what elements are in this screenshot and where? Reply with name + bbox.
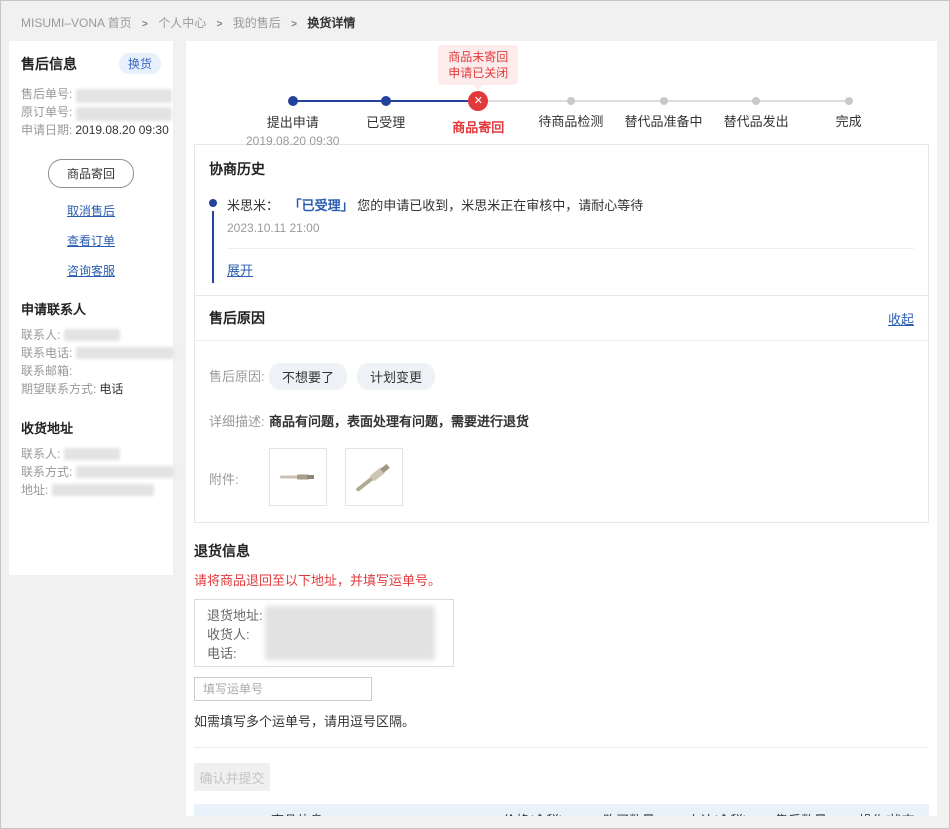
history-entry: 米思米： 「已受理」 您的申请已收到，米思米正在审核中，请耐心等待 2023.1… <box>209 195 914 291</box>
redacted-value <box>52 484 154 496</box>
contact-name-field: 联系人: <box>21 327 161 344</box>
redacted-value <box>64 448 120 460</box>
return-info-title: 退货信息 <box>194 541 929 561</box>
attachment-thumbnail-2[interactable] <box>345 448 403 506</box>
contact-email-field: 联系邮箱: <box>21 363 161 380</box>
contact-support-link[interactable]: 咨询客服 <box>67 264 115 278</box>
reason-tag: 计划变更 <box>357 363 435 390</box>
history-message: 您的申请已收到，米思米正在审核中，请耐心等待 <box>357 198 643 213</box>
return-address-box: 退货地址: 收货人: 电话: <box>194 599 454 667</box>
step-complete: 完成 <box>802 91 895 148</box>
step-done-dot-icon <box>381 96 391 106</box>
tooltip-line: 商品未寄回 <box>448 49 508 65</box>
exchange-type-badge: 换货 <box>119 53 161 74</box>
confirm-submit-button[interactable]: 确认并提交 <box>194 763 270 791</box>
product-table: 商品信息 价格(含税) 购买数量 小计(含税) 售后数量 操作/状态 <box>194 804 929 816</box>
breadcrumb: MISUMI–VONA 首页 > 个人中心 > 我的售后 > 换货详情 <box>1 1 949 31</box>
table-header-row: 商品信息 价格(含税) 购买数量 小计(含税) 售后数量 操作/状态 <box>194 804 929 816</box>
history-divider <box>227 248 914 249</box>
contact-section-title: 申请联系人 <box>21 299 161 318</box>
timeline-dot-icon <box>209 199 217 207</box>
redacted-address-block <box>265 606 435 660</box>
step-date: 2019.08.20 09:30 <box>246 134 339 148</box>
attachment-thumbnail-1[interactable] <box>269 448 327 506</box>
header-action-status: 操作/状态 <box>859 810 929 817</box>
step-pending-dot-icon <box>752 97 760 105</box>
reason-tags-row: 售后原因: 不想要了 计划变更 <box>209 363 914 390</box>
step-connector <box>664 100 757 102</box>
tooltip-line: 申请已关闭 <box>448 65 508 81</box>
header-subtotal: 小计(含税) <box>687 810 775 817</box>
step-connector <box>478 100 571 102</box>
reason-detail-row: 详细描述: 商品有问题，表面处理有问题，需要进行退货 <box>209 408 914 430</box>
history-reason-box: 协商历史 米思米： 「已受理」 您的申请已收到，米思米正在审核中，请耐心等待 2… <box>194 144 929 523</box>
breadcrumb-separator-icon: > <box>217 19 223 30</box>
tap-tool-image <box>275 454 321 500</box>
history-title: 协商历史 <box>209 159 914 179</box>
step-pending-dot-icon <box>660 97 668 105</box>
reason-tag: 不想要了 <box>269 363 347 390</box>
step-connector <box>571 100 664 102</box>
tap-tool-image <box>351 454 397 500</box>
attachments-row: 附件: <box>209 448 914 506</box>
step-pending-dot-icon <box>845 97 853 105</box>
return-notice: 请将商品退回至以下地址，并填写运单号。 <box>194 570 929 589</box>
status-tooltip: 商品未寄回 申请已关闭 <box>438 45 518 85</box>
breadcrumb-separator-icon: > <box>142 19 148 30</box>
breadcrumb-my-aftersales[interactable]: 我的售后 <box>233 16 281 30</box>
negotiation-history-section: 协商历史 米思米： 「已受理」 您的申请已收到，米思米正在审核中，请耐心等待 2… <box>195 145 928 295</box>
page-window: MISUMI–VONA 首页 > 个人中心 > 我的售后 > 换货详情 售后信息… <box>0 0 950 829</box>
header-product-info: 商品信息 <box>194 810 503 817</box>
panel-title: 售后信息 <box>21 54 77 74</box>
shipping-address-section-title: 收货地址 <box>21 418 161 437</box>
divider <box>194 747 929 748</box>
breadcrumb-separator-icon: > <box>291 19 297 30</box>
preferred-contact-field: 期望联系方式:电话 <box>21 381 161 398</box>
redacted-value <box>76 347 174 359</box>
history-status: 「已受理」 <box>289 198 354 213</box>
header-price: 价格(含税) <box>503 810 603 817</box>
breadcrumb-user-center[interactable]: 个人中心 <box>158 16 206 30</box>
aftersales-info-panel: 售后信息 换货 售后单号: 原订单号: 申请日期:2019.08.20 09:3… <box>9 41 173 575</box>
header-purchase-qty: 购买数量 <box>603 810 687 817</box>
aftersales-reason-section: 售后原因 收起 售后原因: 不想要了 计划变更 详细描述: 商品有问题，表面处理… <box>195 296 928 522</box>
step-connector <box>386 100 479 102</box>
return-info-section: 退货信息 请将商品退回至以下地址，并填写运单号。 退货地址: 收货人: 电话: … <box>194 541 929 791</box>
history-actor: 米思米： <box>227 198 279 213</box>
application-date-field: 申请日期:2019.08.20 09:30 <box>21 122 161 139</box>
timeline-line <box>212 211 214 283</box>
tracking-number-input[interactable] <box>194 677 372 701</box>
step-connector <box>756 100 849 102</box>
reason-detail-text: 商品有问题，表面处理有问题，需要进行退货 <box>269 408 529 430</box>
step-done-dot-icon <box>288 96 298 106</box>
reason-title: 售后原因 <box>209 308 265 328</box>
exchange-detail-main: 提出申请 2019.08.20 09:30 已受理 商品未寄回 申请已关闭 ✕ … <box>186 41 937 816</box>
original-order-number-field: 原订单号: <box>21 104 161 121</box>
cancel-aftersales-link[interactable]: 取消售后 <box>67 204 115 218</box>
redacted-value <box>64 329 120 341</box>
return-status-button[interactable]: 商品寄回 <box>48 159 134 188</box>
contact-phone-field: 联系电话: <box>21 345 161 362</box>
recipient-phone-field: 联系方式: <box>21 464 161 481</box>
aftersales-number-field: 售后单号: <box>21 86 161 103</box>
breadcrumb-home[interactable]: MISUMI–VONA 首页 <box>21 16 132 30</box>
progress-tracker: 提出申请 2019.08.20 09:30 已受理 商品未寄回 申请已关闭 ✕ … <box>186 41 937 144</box>
collapse-reason-link[interactable]: 收起 <box>888 309 914 328</box>
header-aftersales-qty: 售后数量 <box>775 810 859 817</box>
breadcrumb-current-page: 换货详情 <box>307 16 355 30</box>
recipient-address-field: 地址: <box>21 482 161 499</box>
tracking-note: 如需填写多个运单号，请用逗号区隔。 <box>194 711 929 730</box>
redacted-value <box>76 107 172 121</box>
view-order-link[interactable]: 查看订单 <box>67 234 115 248</box>
expand-history-link[interactable]: 展开 <box>227 260 253 279</box>
history-timestamp: 2023.10.11 21:00 <box>227 221 914 235</box>
redacted-value <box>76 466 174 478</box>
redacted-value <box>76 89 172 103</box>
step-pending-dot-icon <box>567 97 575 105</box>
recipient-name-field: 联系人: <box>21 446 161 463</box>
step-connector <box>293 100 386 102</box>
